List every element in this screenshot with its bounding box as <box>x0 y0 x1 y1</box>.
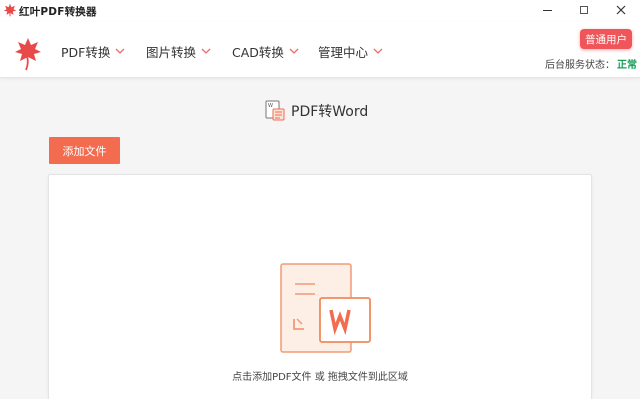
chevron-down-icon <box>289 48 299 54</box>
nav-label: PDF转换 <box>61 45 111 60</box>
maximize-icon <box>580 6 588 14</box>
maple-leaf-logo <box>15 38 41 71</box>
close-button[interactable] <box>612 2 630 18</box>
nav-pdf-convert[interactable]: PDF转换 <box>61 42 125 61</box>
service-status: 后台服务状态： 正常 <box>545 56 637 71</box>
page-heading: W PDF转Word <box>264 100 368 122</box>
minimize-button[interactable] <box>538 2 556 18</box>
minimize-icon <box>542 9 552 11</box>
drop-hint: 点击添加PDF文件 或 拖拽文件到此区域 <box>232 372 408 383</box>
chevron-down-icon <box>201 48 211 54</box>
nav-label: 图片转换 <box>146 45 197 60</box>
title-bar: 红叶PDF转换器 <box>0 0 640 22</box>
top-navigation: PDF转换 图片转换 CAD转换 管理中心 普通用户 后台服务状态： 正常 <box>0 22 640 78</box>
pdf-to-word-icon: W <box>265 100 285 121</box>
svg-text:W: W <box>268 103 273 109</box>
chevron-down-icon <box>373 48 383 54</box>
add-file-button[interactable]: 添加文件 <box>49 137 120 164</box>
nav-cad-convert[interactable]: CAD转换 <box>232 42 299 61</box>
service-status-label: 后台服务状态： <box>545 60 615 71</box>
user-level-button[interactable]: 普通用户 <box>580 29 632 49</box>
maximize-button[interactable] <box>575 2 593 18</box>
nav-label: CAD转换 <box>232 45 284 60</box>
pdf-to-word-illustration <box>280 263 371 353</box>
nav-image-convert[interactable]: 图片转换 <box>146 42 211 61</box>
page-title: PDF转Word <box>291 104 369 120</box>
maple-leaf-icon <box>3 3 17 17</box>
service-status-value: 正常 <box>617 60 637 71</box>
window-title: 红叶PDF转换器 <box>19 6 97 18</box>
nav-management-center[interactable]: 管理中心 <box>318 42 383 61</box>
file-drop-zone[interactable]: 点击添加PDF文件 或 拖拽文件到此区域 <box>48 174 592 399</box>
nav-label: 管理中心 <box>318 45 369 60</box>
close-icon <box>616 5 626 15</box>
chevron-down-icon <box>115 48 125 54</box>
